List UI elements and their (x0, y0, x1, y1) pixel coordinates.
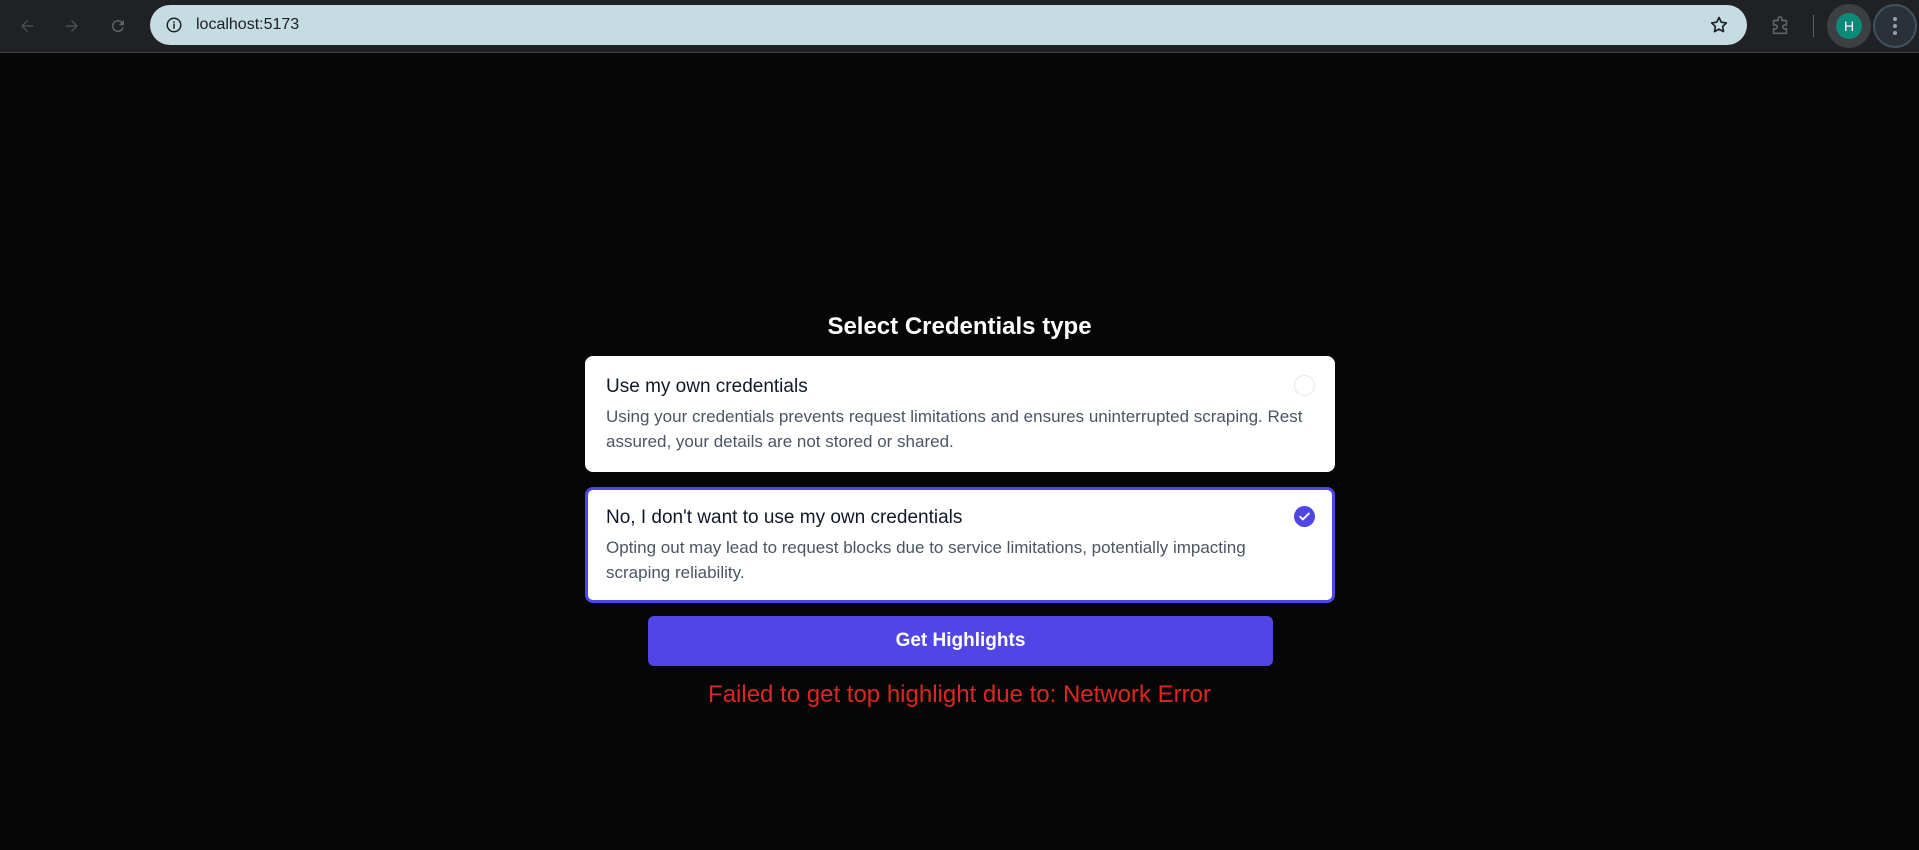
option-title: Use my own credentials (606, 376, 808, 397)
check-circle-icon[interactable] (1294, 506, 1315, 527)
get-highlights-button[interactable]: Get Highlights (648, 616, 1273, 666)
extensions-puzzle-icon[interactable] (1766, 12, 1794, 40)
avatar: H (1836, 13, 1862, 39)
error-message: Failed to get top highlight due to: Netw… (708, 681, 1211, 708)
option-own-credentials[interactable]: Use my own credentials Using your creden… (585, 356, 1335, 472)
back-button[interactable] (12, 11, 42, 41)
option-no-own-credentials[interactable]: No, I don't want to use my own credentia… (585, 487, 1335, 603)
reload-button[interactable] (103, 11, 133, 41)
profile-button[interactable]: H (1827, 4, 1871, 48)
toolbar-divider (1813, 15, 1814, 37)
bookmark-star-icon[interactable] (1707, 13, 1731, 37)
page-title: Select Credentials type (827, 313, 1092, 340)
address-bar[interactable]: localhost:5173 (150, 5, 1747, 45)
browser-toolbar: localhost:5173 H (0, 0, 1919, 53)
site-info-icon[interactable] (162, 13, 186, 37)
radio-unchecked-icon[interactable] (1294, 375, 1315, 396)
browser-menu-button[interactable] (1873, 4, 1917, 48)
more-vert-icon (1893, 17, 1897, 35)
forward-button[interactable] (57, 11, 87, 41)
option-title: No, I don't want to use my own credentia… (606, 507, 963, 528)
option-description: Using your credentials prevents request … (606, 407, 1303, 451)
page-content: Select Credentials type Use my own crede… (0, 54, 1919, 850)
option-description: Opting out may lead to request blocks du… (606, 538, 1246, 582)
arrow-right-icon (66, 20, 78, 32)
reload-icon (111, 20, 124, 33)
url-text[interactable]: localhost:5173 (196, 16, 299, 34)
arrow-left-icon (21, 20, 33, 32)
